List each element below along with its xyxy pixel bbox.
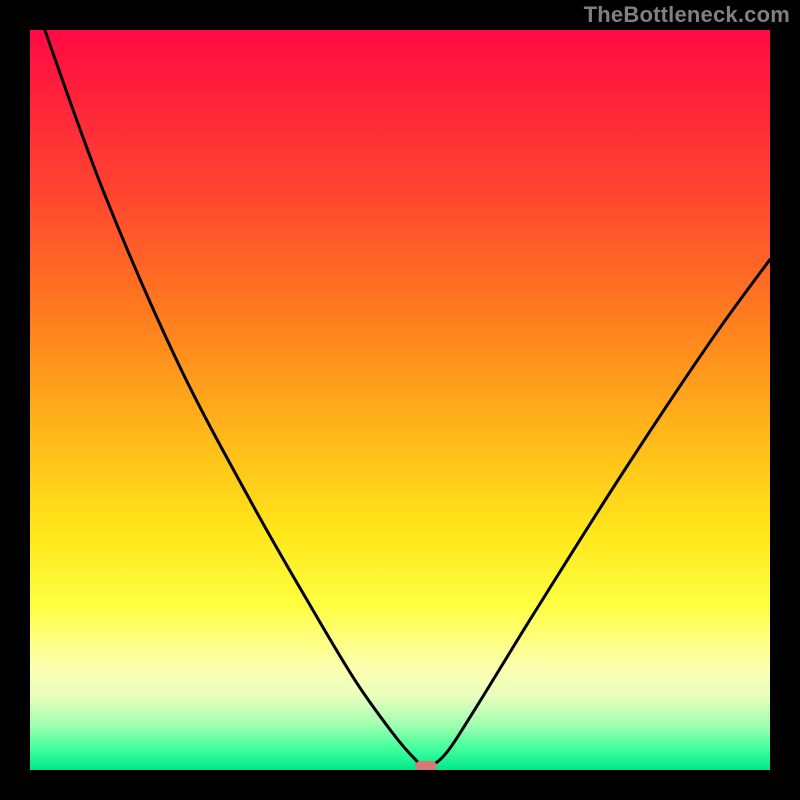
optimum-marker: [415, 761, 437, 770]
chart-frame: TheBottleneck.com: [0, 0, 800, 800]
plot-area: [30, 30, 770, 770]
watermark-label: TheBottleneck.com: [584, 2, 790, 28]
line-curve: [30, 30, 770, 770]
